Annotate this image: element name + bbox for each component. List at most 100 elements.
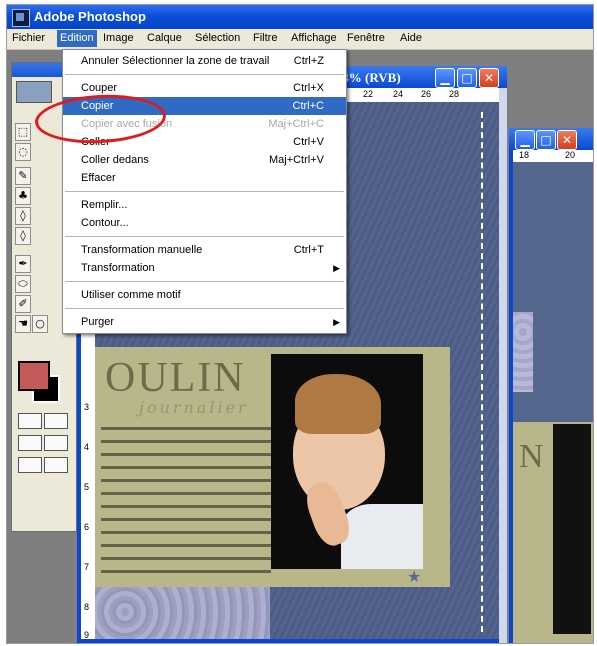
menu-item-shortcut: Maj+Ctrl+C (268, 118, 324, 130)
imageready-icon[interactable] (18, 457, 42, 473)
photo-shirt (341, 504, 423, 569)
second-horizontal-ruler: 18 20 (513, 150, 593, 162)
marquee-tool-icon[interactable]: ⬚ (15, 123, 31, 141)
menu-image[interactable]: Image (101, 32, 136, 44)
menu-affichage[interactable]: Affichage (289, 32, 339, 44)
menu-filtre[interactable]: Filtre (251, 32, 279, 44)
ruler-number: 18 (519, 150, 530, 160)
menu-contour[interactable]: Contour... (63, 214, 346, 232)
menu-item-shortcut: Ctrl+T (293, 244, 324, 256)
pen-tool-icon[interactable]: ✒ (15, 255, 31, 273)
menu-item-label: Utiliser comme motif (81, 289, 181, 301)
menu-item-label: Contour... (81, 217, 129, 229)
menu-item-label: Annuler Sélectionner la zone de travail (81, 55, 270, 67)
menu-coller-dedans[interactable]: Coller dedans Maj+Ctrl+V (63, 151, 346, 169)
menu-separator (65, 308, 344, 309)
shape-tool-icon[interactable]: ⬭ (15, 275, 31, 293)
text-line (101, 479, 271, 482)
photo-hair (295, 374, 381, 434)
ruler-number: 7 (84, 562, 90, 572)
eyedropper-tool-icon[interactable]: ✐ (15, 295, 31, 313)
photoshop-app-icon (12, 9, 30, 27)
menu-edition[interactable]: Edition (57, 30, 97, 47)
journal-text-block (101, 427, 271, 583)
zoom-tool-icon[interactable]: ○ (32, 315, 48, 333)
fullscreen-mode-icon[interactable] (44, 435, 68, 451)
second-document-canvas[interactable]: N (513, 162, 593, 643)
menu-effacer[interactable]: Effacer (63, 169, 346, 187)
text-line (101, 453, 271, 456)
lasso-tool-icon[interactable]: ◌ (15, 143, 31, 161)
ruler-number: 6 (84, 522, 90, 532)
text-line (101, 518, 271, 521)
text-line (101, 505, 271, 508)
text-line (101, 557, 271, 560)
ruler-number: 26 (421, 89, 432, 99)
menu-selection[interactable]: Sélection (193, 32, 242, 44)
menu-item-label: Transformation (81, 262, 155, 274)
app-title: Adobe Photoshop (34, 9, 146, 24)
menu-separator (65, 236, 344, 237)
menu-separator (65, 281, 344, 282)
ruler-number: 24 (393, 89, 404, 99)
menu-annuler[interactable]: Annuler Sélectionner la zone de travail C… (63, 52, 346, 70)
maximize-icon[interactable]: □ (536, 130, 556, 150)
star-embellishment-icon: ★ (407, 567, 422, 586)
text-line (101, 440, 271, 443)
close-icon[interactable]: ✕ (557, 130, 577, 150)
menu-item-label: Couper (81, 82, 118, 94)
menu-item-shortcut: Ctrl+C (292, 100, 324, 112)
menu-item-shortcut: Ctrl+V (293, 136, 324, 148)
ruler-number: 9 (84, 630, 90, 640)
brush-tool-icon[interactable]: ✎ (15, 167, 31, 185)
menu-fenetre[interactable]: Fenêtre (345, 32, 387, 44)
submenu-arrow-icon: ▶ (333, 317, 340, 327)
menu-item-label: Purger (81, 316, 115, 328)
stamp-tool-icon[interactable]: ♣ (15, 187, 31, 205)
menu-purger[interactable]: Purger ▶ (63, 313, 346, 331)
quickmask-mode-icon[interactable] (44, 413, 68, 429)
text-line (101, 466, 271, 469)
ruler-number: 20 (565, 150, 576, 160)
ruler-number: 22 (363, 89, 374, 99)
foreground-color-swatch[interactable] (18, 361, 50, 391)
menu-transformation-manuelle[interactable]: Transformation manuelle Ctrl+T (63, 241, 346, 259)
close-icon[interactable]: ✕ (479, 68, 499, 88)
menu-bar: Fichier Edition Image Calque Sélection F… (7, 29, 593, 50)
vertical-scrollbar[interactable] (499, 88, 507, 643)
boy-photo (271, 354, 423, 569)
menu-transformation[interactable]: Transformation ▶ (63, 259, 346, 277)
ruler-number: 3 (84, 402, 90, 412)
text-line (101, 531, 271, 534)
second-document-title-bar[interactable]: ▁ □ ✕ (509, 128, 593, 150)
menu-fichier[interactable]: Fichier (10, 32, 47, 44)
text-line (101, 544, 271, 547)
standard-mode-icon[interactable] (18, 413, 42, 429)
maximize-icon[interactable]: □ (457, 68, 477, 88)
menu-utiliser-comme-motif[interactable]: Utiliser comme motif (63, 286, 346, 304)
eraser-tool-icon[interactable]: ◊ (15, 207, 31, 225)
jump-to-icon[interactable] (44, 457, 68, 473)
photoshop-screenshot: Adobe Photoshop Fichier Edition Image Ca… (6, 4, 594, 644)
minimize-icon[interactable]: ▁ (515, 130, 535, 150)
minimize-icon[interactable]: ▁ (435, 68, 455, 88)
menu-calque[interactable]: Calque (145, 32, 184, 44)
ruler-number: 8 (84, 602, 90, 612)
menu-separator (65, 191, 344, 192)
menu-separator (65, 74, 344, 75)
second-document-window: ▁ □ ✕ 18 20 N (509, 128, 593, 643)
blur-tool-icon[interactable]: ◊ (15, 227, 31, 245)
submenu-arrow-icon: ▶ (333, 263, 340, 273)
hand-tool-icon[interactable]: ☚ (15, 315, 31, 333)
scrapbook-title-fragment: N (519, 438, 544, 475)
screen-mode-icon[interactable] (18, 435, 42, 451)
menu-aide[interactable]: Aide (398, 32, 424, 44)
menu-item-label: Coller dedans (81, 154, 149, 166)
text-line (101, 570, 271, 573)
menu-remplir[interactable]: Remplir... (63, 196, 346, 214)
menu-item-shortcut: Maj+Ctrl+V (268, 154, 324, 166)
toolbox-logo[interactable] (16, 81, 52, 103)
photo-fragment (553, 424, 591, 634)
ruler-number: 5 (84, 482, 90, 492)
text-line (101, 427, 271, 430)
